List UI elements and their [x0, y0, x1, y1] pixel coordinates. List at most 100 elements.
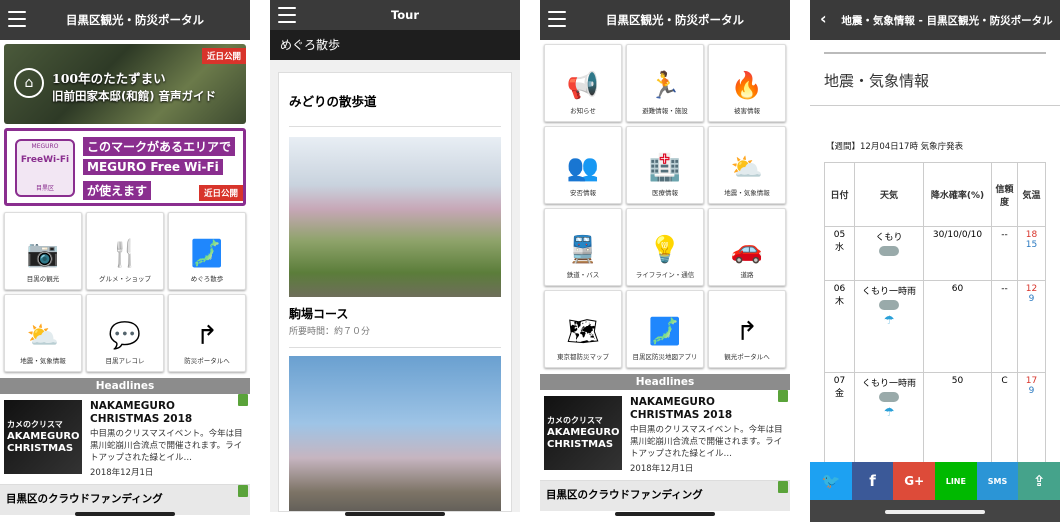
- tile-notice[interactable]: 📢 お知らせ: [544, 44, 622, 122]
- menu-grid: 📷 目黒の観光 🍴 グルメ・ショップ 🗾 めぐろ散歩 ⛅ 地震・気象情報 💬 目黒アレコレ…: [4, 212, 246, 372]
- tile-safety[interactable]: 👥 安否情報: [544, 126, 622, 204]
- tile-weather[interactable]: ⛅ 地震・気象情報: [708, 126, 786, 204]
- col-reliability: 信頼度: [991, 162, 1018, 227]
- news-item[interactable]: カメのクリスマ AKAMEGURO CHRISTMAS NAKAMEGURO C…: [0, 394, 250, 485]
- menu-icon[interactable]: [278, 7, 296, 23]
- page-title: 地震・気象情報: [810, 54, 1060, 106]
- forecast-subtitle: 【週間】12月04日17時 気象庁発表: [826, 142, 964, 152]
- tile-transit[interactable]: 🚆 鉄道・バス: [544, 208, 622, 286]
- section-title: めぐろ散歩: [270, 30, 520, 60]
- tokyo-map-icon: 🗺: [566, 317, 600, 347]
- course-name[interactable]: 駒場コース: [289, 305, 501, 322]
- app-title: 地震・気象情報 - 目黒区観光・防災ポータル: [841, 14, 1053, 27]
- komaba-course-photo[interactable]: [289, 137, 501, 297]
- map-icon: 🗾: [190, 239, 224, 269]
- home-indicator[interactable]: [885, 510, 985, 514]
- wifi-line3: が使えます: [83, 181, 152, 200]
- twitter-icon[interactable]: 🐦: [810, 462, 852, 500]
- weekly-forecast-table: 日付 天気 降水確率(%) 信頼度 気温 05 水 くもり 30/10/0/10 …: [824, 162, 1046, 463]
- crowdfunding-item[interactable]: 目黒区のクラウドファンディング: [0, 485, 250, 515]
- col-weather: 天気: [854, 162, 924, 227]
- news-item[interactable]: カメのクリスマ AKAMEGURO CHRISTMAS NAKAMEGURO C…: [540, 390, 790, 481]
- tile-disaster-portal[interactable]: ↱ 防災ポータルへ: [168, 294, 246, 372]
- headlines-bar: Headlines: [540, 374, 790, 390]
- cloud-icon: [878, 300, 899, 310]
- share-icon[interactable]: ⇪: [1018, 462, 1060, 500]
- news-title: NAKAMEGURO CHRISTMAS 2018: [90, 400, 193, 425]
- camera-icon: 📷: [26, 239, 60, 269]
- table-row: 07 金 くもり一時雨 ☂ 50 C 17 9: [824, 372, 1046, 463]
- tile-evacuation[interactable]: 🏃 避難情報・施設: [626, 44, 704, 122]
- news-title: NAKAMEGURO CHRISTMAS 2018: [630, 396, 733, 421]
- sms-icon[interactable]: SMS: [976, 462, 1019, 500]
- phone-disaster-home: 目黒区観光・防災ポータル 📢 お知らせ 🏃 避難情報・施設 🔥 被害情報 👥 安否情報 …: [540, 0, 790, 522]
- tile-road[interactable]: 🚗 道路: [708, 208, 786, 286]
- cloud-icon: [878, 392, 899, 402]
- coming-soon-badge: 近日公開: [198, 185, 243, 201]
- news-thumbnail: カメのクリスマ AKAMEGURO CHRISTMAS: [4, 400, 82, 474]
- tile-lifeline[interactable]: 💡 ライフライン・通信: [626, 208, 704, 286]
- exit-icon: 🏃: [648, 71, 682, 101]
- lightbulb-icon: 💡: [648, 235, 682, 265]
- chat-icon: 💬: [108, 321, 142, 351]
- house-fire-icon: 🔥: [730, 71, 764, 101]
- col-temp: 気温: [1017, 162, 1046, 227]
- home-indicator[interactable]: [615, 512, 715, 516]
- tile-ward-map-app[interactable]: 🗾 目黒区防災地図アプリ: [626, 290, 704, 368]
- line-icon[interactable]: LINE: [935, 462, 977, 500]
- tile-gourmet[interactable]: 🍴 グルメ・ショップ: [86, 212, 164, 290]
- cloud-icon: [878, 246, 899, 256]
- audio-guide-icon: ⌂: [14, 68, 44, 98]
- news-date: 2018年12月1日: [630, 464, 694, 474]
- hospital-icon: 🏥: [648, 153, 682, 183]
- clip-icon: [778, 481, 788, 493]
- table-row: 06 木 くもり一時雨 ☂ 60 -- 12 9: [824, 280, 1046, 373]
- car-icon: 🚗: [730, 235, 764, 265]
- tour-body: みどりの散歩道 駒場コース 所要時間：約７０分: [270, 60, 520, 512]
- umbrella-icon: ☂: [883, 405, 895, 419]
- crowdfunding-item[interactable]: 目黒区のクラウドファンディング: [540, 481, 790, 511]
- headlines-bar: Headlines: [0, 378, 250, 394]
- share-bar: 🐦 f G+ LINE SMS ⇪: [810, 462, 1060, 500]
- tile-tourism-portal[interactable]: ↱ 観光ポータルへ: [708, 290, 786, 368]
- course-time: 所要時間：約７０分: [289, 324, 501, 348]
- facebook-icon[interactable]: f: [851, 462, 894, 500]
- home-indicator[interactable]: [75, 512, 175, 516]
- tile-weather[interactable]: ⛅ 地震・気象情報: [4, 294, 82, 372]
- phone-weather: ‹ 地震・気象情報 - 目黒区観光・防災ポータル 地震・気象情報 【週間】12月…: [810, 0, 1060, 522]
- weather-icon: ⛅: [26, 321, 60, 351]
- tile-damage[interactable]: 🔥 被害情報: [708, 44, 786, 122]
- disaster-menu-grid: 📢 お知らせ 🏃 避難情報・施設 🔥 被害情報 👥 安否情報 🏥 医療情報 ⛅ 地震・気象情…: [544, 44, 786, 368]
- back-arrow-icon[interactable]: ‹: [820, 11, 827, 27]
- tile-medical[interactable]: 🏥 医療情報: [626, 126, 704, 204]
- tile-tokyo-map[interactable]: 🗺 東京都防災マップ: [544, 290, 622, 368]
- clip-icon: [238, 394, 248, 406]
- banner-line2: 旧前田家本邸(和館) 音声ガイド: [52, 89, 217, 103]
- app-title: Tour: [390, 8, 420, 22]
- app-title: 目黒区観光・防災ポータル: [606, 13, 744, 27]
- tile-sightseeing[interactable]: 📷 目黒の観光: [4, 212, 82, 290]
- megaphone-icon: 📢: [566, 71, 600, 101]
- tour-card: みどりの散歩道 駒場コース 所要時間：約７０分: [278, 72, 512, 512]
- next-course-photo[interactable]: [289, 356, 501, 511]
- tile-arekore[interactable]: 💬 目黒アレコレ: [86, 294, 164, 372]
- table-row: 05 水 くもり 30/10/0/10 -- 18 15: [824, 226, 1046, 281]
- ward-map-icon: 🗾: [648, 317, 682, 347]
- switch-arrow-icon: ↱: [196, 321, 218, 351]
- news-date: 2018年12月1日: [90, 468, 154, 478]
- wifi-line1: このマークがあるエリアで: [83, 137, 236, 156]
- home-indicator[interactable]: [345, 512, 445, 516]
- app-header: Tour: [270, 0, 520, 30]
- tile-walk[interactable]: 🗾 めぐろ散歩: [168, 212, 246, 290]
- cutlery-icon: 🍴: [108, 239, 142, 269]
- app-header: ‹ 地震・気象情報 - 目黒区観光・防災ポータル: [810, 0, 1060, 40]
- news-thumbnail: カメのクリスマ AKAMEGURO CHRISTMAS: [544, 396, 622, 470]
- wifi-line2: MEGURO Free Wi-Fi: [83, 159, 223, 175]
- col-date: 日付: [824, 162, 855, 227]
- google-plus-icon[interactable]: G+: [893, 462, 936, 500]
- menu-icon[interactable]: [8, 11, 26, 27]
- phone-tourism-home: 目黒区観光・防災ポータル 近日公開 ⌂ 100年のたたずまい 旧前田家本邸(和館…: [0, 0, 250, 522]
- free-wifi-banner[interactable]: MEGURO FreeWi-Fi 目黒区 このマークがあるエリアで MEGURO…: [4, 128, 246, 206]
- menu-icon[interactable]: [548, 11, 566, 27]
- audio-guide-banner[interactable]: 近日公開 ⌂ 100年のたたずまい 旧前田家本邸(和館) 音声ガイド: [4, 44, 246, 124]
